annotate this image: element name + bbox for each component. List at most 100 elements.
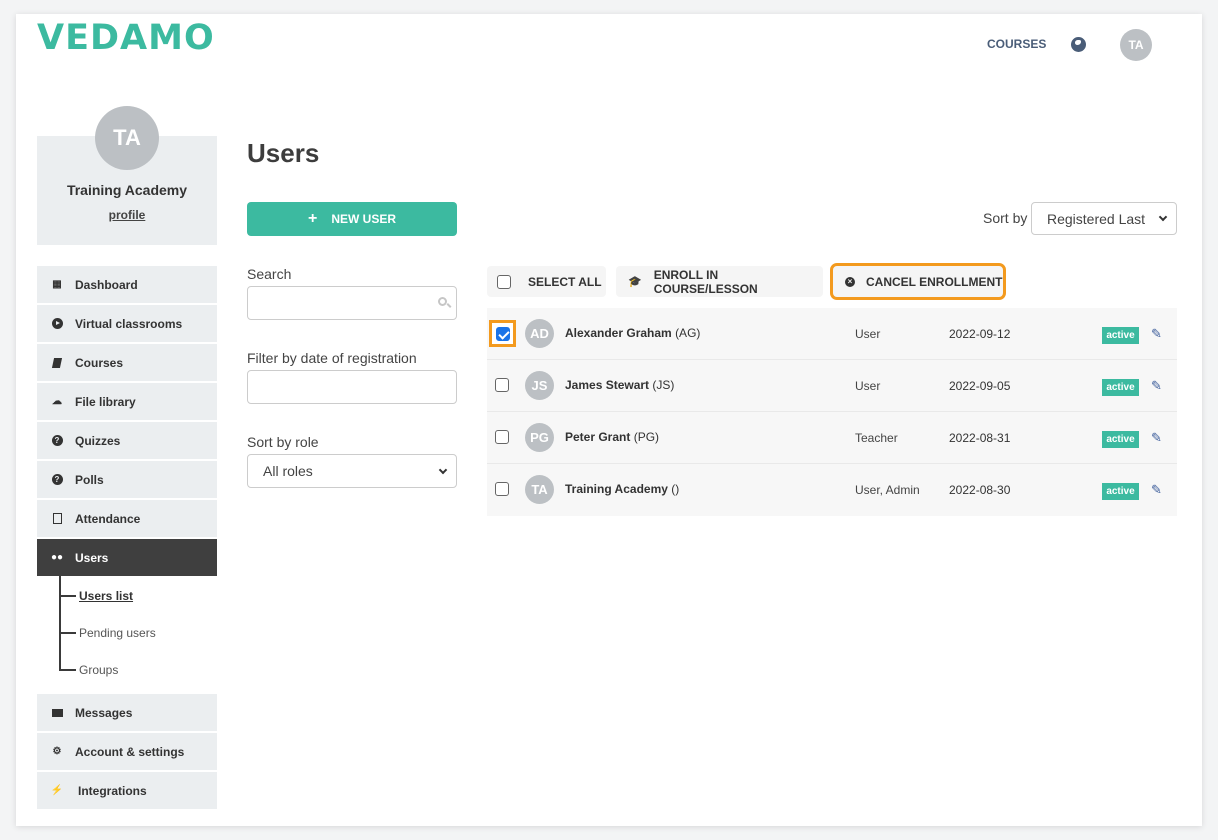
sidebar-item-attendance[interactable]: Attendance bbox=[37, 500, 217, 537]
submenu-groups[interactable]: Groups bbox=[59, 663, 118, 677]
search-input[interactable] bbox=[247, 286, 457, 320]
row-checkbox[interactable] bbox=[495, 378, 509, 392]
sidebar-item-account-settings[interactable]: ⚙ Account & settings bbox=[37, 733, 217, 770]
user-short-name: (JS) bbox=[652, 378, 675, 392]
cloud-upload-icon: ☁ bbox=[52, 396, 62, 407]
sort-by-select[interactable]: Registered Last bbox=[1031, 202, 1177, 235]
role-sort-label: Sort by role bbox=[247, 434, 319, 450]
user-avatar: TA bbox=[525, 475, 554, 504]
nav-courses-link[interactable]: COURSES bbox=[987, 37, 1046, 51]
search-icon bbox=[438, 297, 447, 306]
sort-by-value: Registered Last bbox=[1047, 210, 1146, 227]
plug-icon: ⚡ bbox=[50, 785, 64, 796]
user-name[interactable]: Training Academy () bbox=[565, 482, 679, 496]
table-row[interactable]: AD Alexander Graham (AG) User 2022-09-12… bbox=[487, 308, 1177, 360]
users-submenu: Users list Pending users Groups bbox=[37, 576, 217, 688]
role-select[interactable]: All roles bbox=[247, 454, 457, 488]
date-filter-input[interactable] bbox=[247, 370, 457, 404]
user-registration-date: 2022-09-05 bbox=[949, 379, 1011, 393]
profile-name: Training Academy bbox=[66, 182, 188, 198]
app-frame: VEDAMO COURSES TA TA Training Academy pr… bbox=[16, 14, 1202, 826]
user-role: User bbox=[855, 327, 881, 341]
sidebar-item-file-library[interactable]: ☁ File library bbox=[37, 383, 217, 420]
users-table: AD Alexander Graham (AG) User 2022-09-12… bbox=[487, 308, 1177, 516]
table-row[interactable]: PG Peter Grant (PG) Teacher 2022-08-31 a… bbox=[487, 412, 1177, 464]
sidebar-item-label: Courses bbox=[75, 355, 124, 370]
sidebar-item-messages[interactable]: Messages bbox=[37, 694, 217, 731]
status-badge: active bbox=[1102, 483, 1139, 500]
pencil-icon[interactable]: ✎ bbox=[1151, 326, 1165, 341]
graduation-cap-icon: 🎓 bbox=[628, 276, 642, 288]
select-all-label: SELECT ALL bbox=[528, 274, 602, 289]
sidebar-item-quizzes[interactable]: ? Quizzes bbox=[37, 422, 217, 459]
user-avatar[interactable]: TA bbox=[1120, 29, 1152, 61]
envelope-icon bbox=[51, 707, 63, 719]
row-checkbox[interactable] bbox=[495, 326, 510, 341]
document-icon bbox=[51, 513, 63, 525]
sidebar-item-label: Dashboard bbox=[75, 277, 138, 292]
play-circle-icon bbox=[51, 318, 63, 330]
sidebar-item-label: Messages bbox=[75, 705, 133, 720]
role-select-value: All roles bbox=[263, 463, 313, 479]
enroll-button[interactable]: 🎓 ENROLL IN COURSE/LESSON bbox=[616, 266, 823, 297]
user-full-name: Alexander Graham bbox=[565, 326, 672, 340]
user-full-name: Training Academy bbox=[565, 482, 668, 496]
sidebar-item-integrations[interactable]: ⚡ Integrations bbox=[37, 772, 217, 809]
pencil-icon[interactable]: ✎ bbox=[1151, 430, 1165, 445]
user-registration-date: 2022-08-31 bbox=[949, 431, 1011, 445]
user-name[interactable]: James Stewart (JS) bbox=[565, 378, 674, 392]
status-badge: active bbox=[1102, 327, 1139, 344]
user-avatar: JS bbox=[525, 371, 554, 400]
row-checkbox[interactable] bbox=[495, 430, 509, 444]
gear-icon: ⚙ bbox=[52, 746, 62, 757]
user-name[interactable]: Peter Grant (PG) bbox=[565, 430, 659, 444]
sidebar-item-label: Integrations bbox=[78, 783, 147, 798]
status-badge: active bbox=[1102, 379, 1139, 396]
table-row[interactable]: JS James Stewart (JS) User 2022-09-05 ac… bbox=[487, 360, 1177, 412]
user-full-name: James Stewart bbox=[565, 378, 650, 392]
submenu-users-list[interactable]: Users list bbox=[59, 589, 133, 603]
pencil-icon[interactable]: ✎ bbox=[1151, 378, 1165, 393]
submenu-label: Users list bbox=[79, 589, 134, 603]
user-role: Teacher bbox=[855, 431, 898, 445]
submenu-pending-users[interactable]: Pending users bbox=[59, 626, 156, 640]
user-avatar: AD bbox=[525, 319, 554, 348]
new-user-button[interactable]: + NEW USER bbox=[247, 202, 457, 236]
sidebar-item-dashboard[interactable]: ▦ Dashboard bbox=[37, 266, 217, 303]
user-registration-date: 2022-08-30 bbox=[949, 483, 1011, 497]
table-row[interactable]: TA Training Academy () User, Admin 2022-… bbox=[487, 464, 1177, 516]
profile-avatar: TA bbox=[95, 106, 159, 170]
status-badge: active bbox=[1102, 431, 1139, 448]
pencil-icon[interactable]: ✎ bbox=[1151, 482, 1165, 497]
row-checkbox-highlight[interactable] bbox=[489, 320, 516, 347]
submenu-label: Pending users bbox=[79, 626, 156, 640]
user-avatar: PG bbox=[525, 423, 554, 452]
sidebar-item-label: Virtual classrooms bbox=[75, 316, 183, 331]
globe-icon[interactable] bbox=[1071, 37, 1086, 52]
sidebar-item-label: Users bbox=[75, 550, 109, 565]
sidebar-item-polls[interactable]: ? Polls bbox=[37, 461, 217, 498]
sort-by-label: Sort by bbox=[983, 210, 1028, 226]
chevron-down-icon bbox=[438, 465, 448, 475]
sidebar-item-courses[interactable]: Courses bbox=[37, 344, 217, 381]
profile-link[interactable]: profile bbox=[37, 208, 217, 222]
user-full-name: Peter Grant bbox=[565, 430, 631, 444]
date-filter-label: Filter by date of registration bbox=[247, 350, 417, 366]
page-title: Users bbox=[247, 138, 320, 168]
select-all-button[interactable]: SELECT ALL bbox=[487, 266, 606, 297]
row-checkbox-wrap bbox=[495, 430, 509, 449]
sidebar-item-label: Quizzes bbox=[75, 433, 121, 448]
user-name[interactable]: Alexander Graham (AG) bbox=[565, 326, 700, 340]
dashboard-icon: ▦ bbox=[52, 279, 62, 290]
row-checkbox[interactable] bbox=[495, 482, 509, 496]
sidebar-item-users[interactable]: ●● Users bbox=[37, 539, 217, 576]
new-user-label: NEW USER bbox=[331, 212, 396, 226]
user-role: User bbox=[855, 379, 881, 393]
vedamo-logo[interactable]: VEDAMO bbox=[37, 18, 215, 58]
user-role: User, Admin bbox=[855, 483, 920, 497]
sidebar-item-virtual-classrooms[interactable]: Virtual classrooms bbox=[37, 305, 217, 342]
row-checkbox-wrap bbox=[495, 378, 509, 397]
cancel-enrollment-label: CANCEL ENROLLMENT bbox=[866, 274, 1003, 289]
select-all-checkbox[interactable] bbox=[497, 274, 511, 289]
cancel-enrollment-button[interactable]: × CANCEL ENROLLMENT bbox=[830, 263, 1006, 300]
